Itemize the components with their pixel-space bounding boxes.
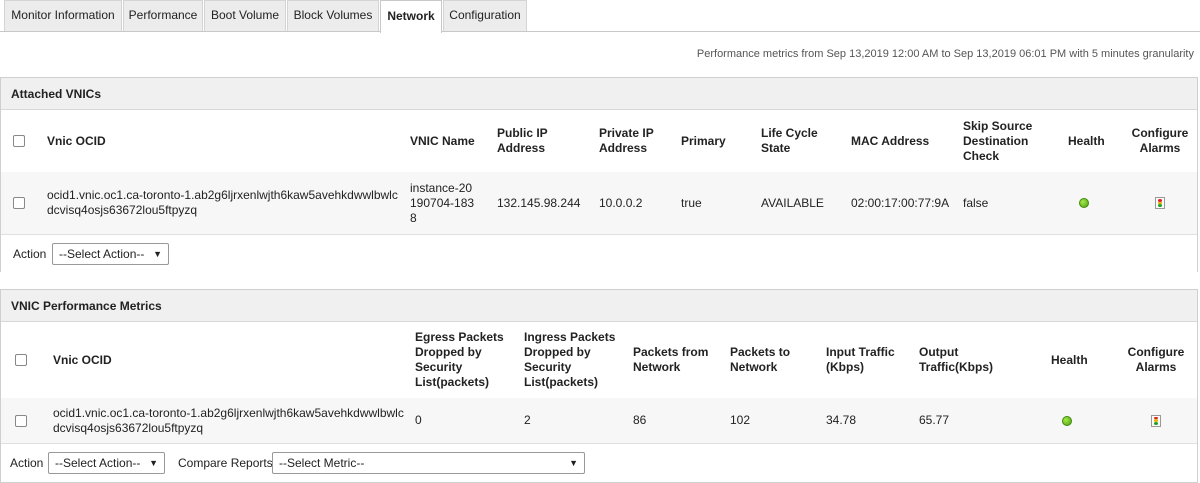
metrics-action-select-value: --Select Action--	[55, 456, 141, 470]
health-status-icon[interactable]	[1062, 415, 1072, 426]
public-ip-value: 132.145.98.244	[497, 195, 581, 210]
col-health[interactable]: Health	[1051, 322, 1088, 398]
col-health[interactable]: Health	[1068, 110, 1105, 172]
vnics-action-bar: Action --Select Action-- ▼	[1, 234, 1197, 272]
col-egress-packets-dropped[interactable]: Egress Packets Dropped by Security List(…	[415, 322, 511, 398]
skip-check-value: false	[963, 195, 989, 210]
health-status-icon[interactable]	[1079, 198, 1089, 208]
row-checkbox[interactable]	[15, 414, 27, 427]
col-configure-alarms[interactable]: Configure Alarms	[1129, 110, 1191, 172]
tab-bar: Monitor Information Performance Boot Vol…	[0, 0, 1200, 33]
compare-metric-select[interactable]: --Select Metric-- ▼	[272, 452, 585, 474]
action-label: Action	[10, 456, 44, 470]
col-packets-from-network[interactable]: Packets from Network	[633, 322, 713, 398]
tab-boot-volume[interactable]: Boot Volume	[204, 0, 286, 31]
row-checkbox[interactable]	[13, 197, 25, 209]
vnic-performance-metrics-panel: VNIC Performance Metrics Vnic OCID Egres…	[0, 289, 1198, 483]
primary-value: true	[681, 195, 702, 210]
col-output-traffic[interactable]: Output Traffic(Kbps)	[919, 322, 999, 398]
egress-value: 0	[415, 413, 422, 427]
vnics-action-select[interactable]: --Select Action-- ▼	[52, 243, 169, 265]
col-input-traffic[interactable]: Input Traffic (Kbps)	[826, 322, 901, 398]
output-traffic-value: 65.77	[919, 413, 950, 427]
chevron-down-icon: ▼	[149, 458, 158, 468]
vnic-performance-metrics-title: VNIC Performance Metrics	[1, 290, 1197, 322]
vnic-name-value: instance-20190704-1838	[410, 180, 475, 225]
col-primary[interactable]: Primary	[681, 110, 726, 172]
action-label: Action	[13, 247, 47, 261]
select-all-checkbox[interactable]	[15, 354, 27, 366]
metrics-action-bar: Action --Select Action-- ▼ Compare Repor…	[1, 443, 1197, 481]
tab-block-volumes[interactable]: Block Volumes	[287, 0, 379, 31]
compare-reports-label: Compare Reports	[178, 456, 273, 470]
vnics-action-select-value: --Select Action--	[59, 247, 145, 261]
vnic-ocid-value: ocid1.vnic.oc1.ca-toronto-1.ab2g6ljrxenl…	[47, 188, 398, 217]
col-public-ip[interactable]: Public IP Address	[497, 110, 577, 172]
ingress-value: 2	[524, 413, 531, 427]
packets-from-value: 86	[633, 413, 647, 427]
col-vnic-ocid[interactable]: Vnic OCID	[53, 322, 112, 398]
vnic-ocid-value: ocid1.vnic.oc1.ca-toronto-1.ab2g6ljrxenl…	[53, 405, 404, 435]
table-row: ocid1.vnic.oc1.ca-toronto-1.ab2g6ljrxenl…	[1, 172, 1197, 234]
tab-monitor-information[interactable]: Monitor Information	[4, 0, 122, 31]
compare-metric-select-value: --Select Metric--	[279, 456, 365, 470]
private-ip-value: 10.0.0.2	[599, 195, 643, 210]
col-ingress-packets-dropped[interactable]: Ingress Packets Dropped by Security List…	[524, 322, 620, 398]
tab-network[interactable]: Network	[380, 0, 442, 33]
col-vnic-ocid[interactable]: Vnic OCID	[47, 110, 106, 172]
life-cycle-state-value: AVAILABLE	[761, 195, 824, 210]
chevron-down-icon: ▼	[569, 458, 578, 468]
col-private-ip[interactable]: Private IP Address	[599, 110, 669, 172]
traffic-light-alarm-icon[interactable]	[1151, 414, 1161, 427]
col-skip-source-destination-check[interactable]: Skip Source Destination Check	[963, 110, 1043, 172]
vnics-header-row: Vnic OCID VNIC Name Public IP Address Pr…	[1, 110, 1197, 172]
col-life-cycle-state[interactable]: Life Cycle State	[761, 110, 831, 172]
chevron-down-icon: ▼	[153, 249, 162, 259]
packets-to-value: 102	[730, 413, 751, 427]
attached-vnics-panel: Attached VNICs Vnic OCID VNIC Name Publi…	[0, 77, 1198, 272]
col-configure-alarms[interactable]: Configure Alarms	[1125, 322, 1187, 398]
traffic-light-alarm-icon[interactable]	[1155, 197, 1165, 209]
col-packets-to-network[interactable]: Packets to Network	[730, 322, 800, 398]
table-row: ocid1.vnic.oc1.ca-toronto-1.ab2g6ljrxenl…	[1, 398, 1197, 443]
input-traffic-value: 34.78	[826, 413, 857, 427]
metrics-header-row: Vnic OCID Egress Packets Dropped by Secu…	[1, 322, 1197, 398]
col-mac-address[interactable]: MAC Address	[851, 110, 929, 172]
tab-performance[interactable]: Performance	[123, 0, 203, 31]
select-all-checkbox[interactable]	[13, 135, 25, 147]
col-vnic-name[interactable]: VNIC Name	[410, 110, 475, 172]
performance-metrics-range: Performance metrics from Sep 13,2019 12:…	[696, 48, 1194, 60]
mac-address-value: 02:00:17:00:77:9A	[851, 195, 950, 210]
tab-configuration[interactable]: Configuration	[443, 0, 527, 31]
attached-vnics-title: Attached VNICs	[1, 78, 1197, 110]
metrics-action-select[interactable]: --Select Action-- ▼	[48, 452, 165, 474]
